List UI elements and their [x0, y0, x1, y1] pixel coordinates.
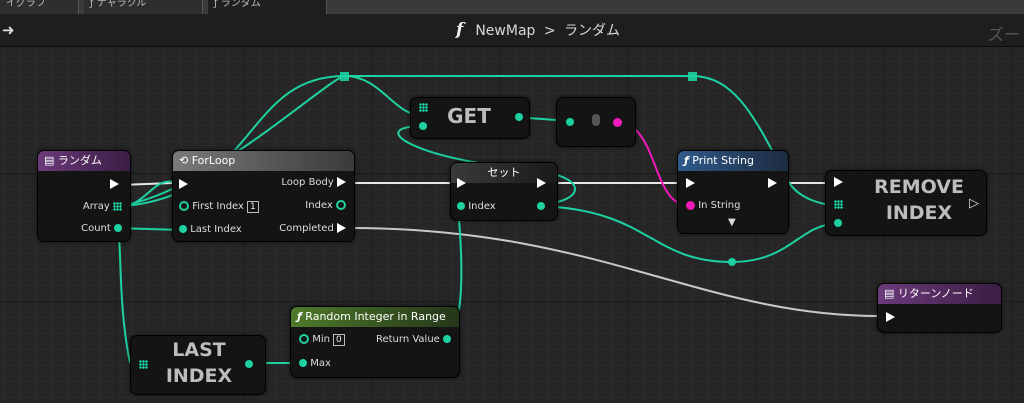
array-label: Array	[82, 201, 110, 212]
min-label: Min	[312, 334, 330, 345]
print-title: Print String	[692, 154, 754, 167]
return-title: リターンノード	[897, 287, 974, 300]
array-in-pin[interactable]	[834, 199, 843, 210]
first-index-field[interactable]: 1	[246, 201, 259, 213]
print-string-node[interactable]: ƒ Print String In String ▼	[677, 150, 789, 234]
exec-in-pin[interactable]	[834, 177, 843, 188]
set-index-label: Index	[468, 201, 496, 212]
array-in-pin[interactable]	[139, 359, 148, 370]
last-index-title: LAST INDEX	[157, 337, 241, 389]
loop-icon: ⟲	[179, 154, 189, 167]
remove-title-line2: INDEX	[885, 202, 953, 224]
exec-out-pin[interactable]: ▷	[969, 196, 979, 211]
get-node[interactable]: GET	[410, 97, 530, 139]
return-header: ▤ リターンノード	[878, 284, 1001, 304]
random-integer-node[interactable]: ƒ Random Integer in Range Min 0 Max Retur…	[290, 306, 460, 378]
function-icon: ƒ	[297, 310, 302, 323]
min-pin[interactable]: Min 0	[299, 334, 345, 346]
forloop-header: ⟲ ForLoop	[173, 151, 354, 171]
first-index-label: First Index	[192, 201, 244, 212]
loop-body-pin[interactable]: Loop Body	[281, 177, 346, 188]
reroute-node	[728, 258, 736, 266]
array-pin[interactable]: Array	[83, 201, 122, 212]
completed-label: Completed	[279, 223, 334, 234]
index-in-pin[interactable]	[419, 121, 427, 132]
max-pin[interactable]: Max	[299, 358, 331, 369]
set-node[interactable]: セット Index	[450, 162, 558, 221]
count-label: Count	[81, 223, 111, 234]
index-label: Index	[305, 200, 333, 211]
convert-icon	[592, 114, 600, 126]
get-title: GET	[447, 104, 491, 128]
first-index-pin[interactable]: First Index 1	[179, 201, 259, 213]
int-in-pin[interactable]	[566, 117, 574, 128]
return-value-pin[interactable]: Return Value	[376, 334, 451, 345]
reroute-node	[688, 72, 697, 81]
last-index-label: Last Index	[190, 224, 242, 235]
return-node[interactable]: ▤ リターンノード	[877, 283, 1002, 333]
entry-node-title: ランダム	[57, 154, 102, 167]
wire-exec-completed	[349, 227, 881, 317]
exec-in-pin[interactable]	[457, 178, 466, 189]
random-title: Random Integer in Range	[305, 310, 446, 323]
completed-pin[interactable]: Completed	[279, 223, 346, 234]
value-out-pin[interactable]	[537, 201, 545, 212]
exec-out-pin[interactable]	[110, 179, 119, 190]
max-label: Max	[310, 358, 331, 369]
remove-title-line1: REMOVE	[874, 176, 964, 198]
exec-out-pin[interactable]	[768, 178, 777, 189]
value-out-pin[interactable]	[515, 112, 523, 123]
last-index-line1: LAST	[172, 339, 226, 361]
reroute-node	[340, 72, 349, 81]
last-index-line2: INDEX	[165, 365, 233, 387]
forloop-title: ForLoop	[191, 154, 236, 167]
set-title: セット	[487, 166, 521, 179]
exec-in-pin[interactable]	[886, 312, 895, 323]
return-value-label: Return Value	[375, 334, 440, 345]
exec-in-pin[interactable]	[179, 179, 188, 190]
random-header: ƒ Random Integer in Range	[291, 307, 459, 327]
entry-node[interactable]: ▤ ランダム Array Count	[37, 150, 131, 242]
forloop-node[interactable]: ⟲ ForLoop First Index 1 Last Index Loop B…	[172, 150, 355, 242]
remove-index-title: REMOVE INDEX	[864, 174, 974, 226]
last-index-node[interactable]: LAST INDEX	[130, 335, 266, 395]
conversion-node[interactable]	[556, 97, 636, 147]
last-index-pin[interactable]: Last Index	[179, 224, 242, 235]
min-field[interactable]: 0	[332, 334, 345, 346]
string-out-pin[interactable]	[613, 117, 622, 128]
count-pin[interactable]: Count	[81, 223, 122, 234]
print-header: ƒ Print String	[678, 151, 788, 171]
index-in-pin[interactable]	[834, 218, 842, 229]
array-in-pin[interactable]	[419, 102, 428, 113]
in-string-pin[interactable]: In String	[686, 200, 741, 211]
int-out-pin[interactable]	[245, 359, 253, 370]
entry-node-header: ▤ ランダム	[38, 151, 130, 171]
loop-body-label: Loop Body	[281, 177, 334, 188]
exec-in-pin[interactable]	[686, 178, 695, 189]
remove-index-node[interactable]: REMOVE INDEX ▷	[825, 170, 987, 236]
index-out-pin[interactable]: Index	[305, 200, 346, 211]
index-in-pin[interactable]: Index	[457, 201, 496, 212]
expand-arrow-icon[interactable]: ▼	[728, 217, 736, 228]
function-icon: ƒ	[684, 154, 689, 167]
in-string-label: In String	[698, 200, 741, 211]
exec-out-pin[interactable]	[537, 178, 546, 189]
